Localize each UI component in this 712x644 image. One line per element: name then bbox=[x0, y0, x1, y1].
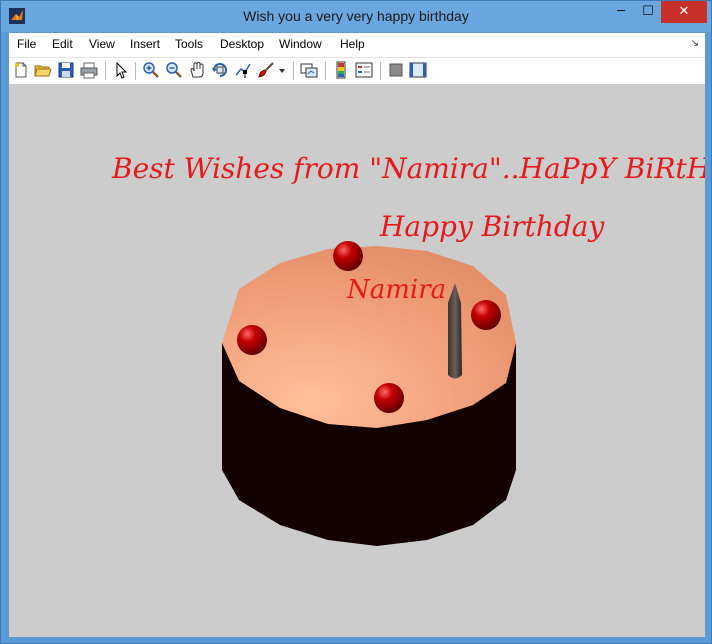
zoom-out-icon[interactable] bbox=[165, 61, 183, 79]
title-bar[interactable]: Wish you a very very happy birthday ─ ☐ … bbox=[1, 1, 711, 32]
happy-birthday-text: Happy Birthday bbox=[380, 210, 605, 243]
pointer-icon[interactable] bbox=[112, 61, 130, 79]
figure-window: Wish you a very very happy birthday ─ ☐ … bbox=[0, 0, 712, 644]
menu-desktop[interactable]: Desktop bbox=[220, 37, 264, 51]
menu-overflow-icon[interactable]: ↘ bbox=[691, 38, 699, 49]
maximize-button[interactable]: ☐ bbox=[635, 1, 661, 23]
show-plot-tools-icon[interactable] bbox=[409, 61, 427, 79]
minimize-button[interactable]: ─ bbox=[607, 1, 635, 23]
maximize-icon: ☐ bbox=[642, 4, 654, 19]
zoom-in-icon[interactable] bbox=[142, 61, 160, 79]
legend-icon[interactable] bbox=[355, 61, 373, 79]
link-plot-icon[interactable] bbox=[300, 61, 318, 79]
menu-view[interactable]: View bbox=[89, 37, 115, 51]
open-file-icon[interactable] bbox=[34, 61, 52, 79]
hide-plot-tools-icon[interactable] bbox=[387, 61, 405, 79]
window-title: Wish you a very very happy birthday bbox=[243, 8, 469, 24]
figure-canvas[interactable]: Best Wishes from "Namira"..HaPpY BiRtHdA… bbox=[9, 85, 705, 637]
brush-dropdown-icon[interactable] bbox=[278, 61, 286, 79]
pan-hand-icon[interactable] bbox=[188, 61, 206, 79]
data-cursor-icon[interactable] bbox=[234, 61, 252, 79]
menu-file[interactable]: File bbox=[17, 37, 36, 51]
cherry bbox=[471, 300, 501, 330]
menu-insert[interactable]: Insert bbox=[130, 37, 160, 51]
menu-help[interactable]: Help bbox=[340, 37, 365, 51]
save-icon[interactable] bbox=[57, 61, 75, 79]
toolbar-separator bbox=[325, 62, 326, 80]
menu-bar: File Edit View Insert Tools Desktop Wind… bbox=[9, 33, 705, 58]
toolbar-separator bbox=[105, 62, 106, 80]
menu-edit[interactable]: Edit bbox=[52, 37, 73, 51]
cherry bbox=[237, 325, 267, 355]
toolbar-separator bbox=[380, 62, 381, 80]
close-button[interactable]: ✕ bbox=[661, 1, 707, 23]
toolbar-separator bbox=[135, 62, 136, 80]
cherry bbox=[333, 241, 363, 271]
new-figure-icon[interactable] bbox=[12, 61, 30, 79]
colorbar-icon[interactable] bbox=[332, 61, 350, 79]
best-wishes-text: Best Wishes from "Namira"..HaPpY BiRtHdA… bbox=[112, 152, 705, 185]
toolbar-separator bbox=[293, 62, 294, 80]
cherry bbox=[374, 383, 404, 413]
menu-window[interactable]: Window bbox=[279, 37, 322, 51]
name-text: Namira bbox=[347, 275, 447, 305]
brush-icon[interactable] bbox=[257, 61, 275, 79]
print-icon[interactable] bbox=[80, 61, 98, 79]
menu-tools[interactable]: Tools bbox=[175, 37, 203, 51]
minimize-icon: ─ bbox=[617, 4, 625, 19]
close-icon: ✕ bbox=[678, 4, 690, 19]
figure-toolbar bbox=[9, 58, 705, 85]
rotate-3d-icon[interactable] bbox=[211, 61, 229, 79]
